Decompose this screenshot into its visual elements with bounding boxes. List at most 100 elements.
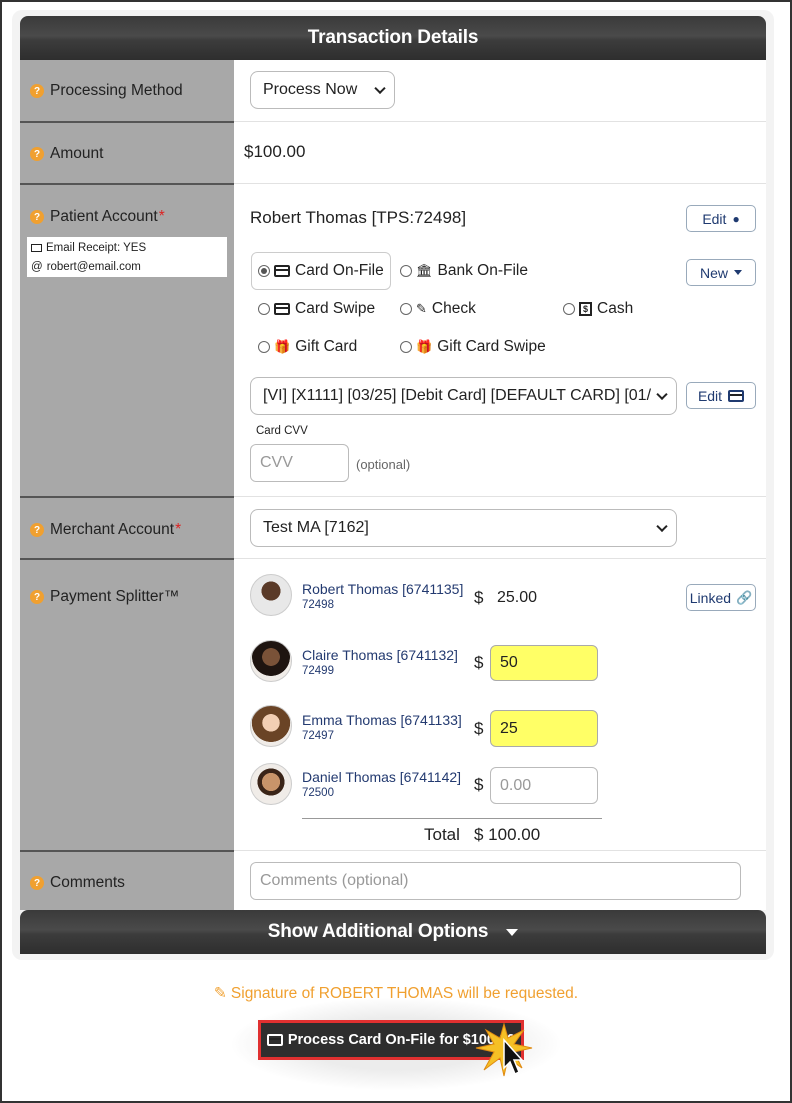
- total-value: $ 100.00: [474, 825, 541, 844]
- option-check[interactable]: ✎ Check: [400, 300, 476, 318]
- card-select[interactable]: [VI] [X1111] [03/25] [Debit Card] [DEFAU…: [250, 377, 677, 415]
- option-bank-on-file[interactable]: 🏛 Bank On-File: [400, 262, 528, 280]
- caret-down-icon: [734, 270, 742, 275]
- help-icon[interactable]: ?: [30, 523, 44, 537]
- merchant-account-row: ? Merchant Account * Test MA [7162]: [20, 496, 766, 558]
- new-payment-label: New: [699, 264, 728, 281]
- edit-patient-label: Edit: [702, 210, 727, 227]
- splitter-person-id: 72497: [302, 730, 334, 742]
- comments-label: Comments: [50, 874, 125, 891]
- splitter-person-name[interactable]: Claire Thomas [6741132]: [302, 647, 458, 663]
- option-label: Cash: [597, 300, 634, 317]
- patient-account-row: ? Patient Account * Email Receipt: YES @ r…: [20, 183, 766, 496]
- avatar: [250, 763, 292, 805]
- splitter-amount-fixed: 25.00: [497, 589, 538, 606]
- option-card-on-file[interactable]: Card On-File: [258, 262, 384, 280]
- show-additional-options-label: Show Additional Options: [267, 921, 489, 942]
- email-address: robert@email.com: [46, 261, 141, 273]
- pencil-icon: ✎: [213, 985, 227, 1002]
- radio-cash[interactable]: [563, 303, 575, 315]
- splitter-person-id: 72498: [302, 599, 334, 611]
- splitter-person-name[interactable]: Emma Thomas [6741133]: [302, 712, 462, 728]
- radio-gift-card[interactable]: [258, 341, 270, 353]
- credit-card-icon: [274, 265, 290, 277]
- option-label: Card Swipe: [295, 300, 376, 317]
- radio-card-on-file[interactable]: [258, 265, 270, 277]
- option-gift-card-swipe[interactable]: 🎁 Gift Card Swipe: [400, 338, 546, 356]
- total-divider: [302, 818, 602, 819]
- patient-account-value-cell: Robert Thomas [TPS:72498] Edit ● New Car…: [234, 183, 766, 496]
- payment-splitter-label: Payment Splitter™: [50, 588, 180, 605]
- card-selected: [VI] [X1111] [03/25] [Debit Card] [DEFAU…: [263, 387, 652, 404]
- merchant-account-select[interactable]: Test MA [7162]: [250, 509, 677, 547]
- cvv-label: Card CVV: [256, 425, 308, 437]
- help-icon[interactable]: ?: [30, 210, 44, 224]
- option-gift-card[interactable]: 🎁 Gift Card: [258, 338, 357, 356]
- help-icon[interactable]: ?: [30, 590, 44, 604]
- option-label: Bank On-File: [437, 262, 528, 279]
- option-label: Gift Card: [295, 338, 358, 355]
- radio-bank-on-file[interactable]: [400, 265, 412, 277]
- processing-method-selected: Process Now: [263, 81, 358, 98]
- amount-value: $100.00: [244, 142, 306, 161]
- edit-card-label: Edit: [697, 387, 723, 404]
- option-label: Gift Card Swipe: [437, 338, 546, 355]
- radio-check[interactable]: [400, 303, 412, 315]
- at-icon: @: [31, 261, 43, 273]
- edit-patient-button[interactable]: Edit ●: [686, 205, 756, 232]
- help-icon[interactable]: ?: [30, 876, 44, 890]
- amount-label-cell: ? Amount: [20, 121, 234, 183]
- edit-card-button[interactable]: Edit: [686, 382, 756, 409]
- gift-icon: 🎁: [274, 339, 291, 354]
- comments-row: ? Comments Comments (optional): [20, 850, 766, 910]
- cash-icon: $: [579, 302, 593, 316]
- envelope-icon: [31, 243, 42, 252]
- currency-symbol: $: [474, 653, 484, 672]
- comments-value-cell: Comments (optional): [234, 850, 766, 910]
- chevron-down-icon: [374, 82, 386, 95]
- radio-card-swipe[interactable]: [258, 303, 270, 315]
- avatar: [250, 640, 292, 682]
- splitter-amount-input[interactable]: 0.00: [490, 767, 598, 804]
- patient-account-label: Patient Account: [50, 208, 158, 225]
- total-label: Total: [424, 825, 460, 844]
- help-icon[interactable]: ?: [30, 84, 44, 98]
- comments-input[interactable]: Comments (optional): [250, 862, 741, 900]
- cvv-input[interactable]: CVV: [250, 444, 349, 482]
- help-icon[interactable]: ?: [30, 147, 44, 161]
- splitter-amount-input[interactable]: 50: [490, 645, 598, 681]
- new-payment-button[interactable]: New: [686, 259, 756, 286]
- required-mark: *: [158, 208, 165, 225]
- payment-splitter-row: ? Payment Splitter™ Linked 🔗 Robert Thom…: [20, 558, 766, 850]
- avatar: [250, 574, 292, 616]
- option-label: Card On-File: [295, 262, 384, 279]
- cvv-hint: (optional): [356, 457, 411, 472]
- splitter-person-id: 72499: [302, 665, 334, 677]
- click-burst-cursor-icon: [475, 1022, 533, 1077]
- credit-card-icon: [728, 389, 745, 402]
- option-card-swipe[interactable]: Card Swipe: [258, 300, 375, 318]
- radio-gift-card-swipe[interactable]: [400, 341, 412, 353]
- splitter-person-name[interactable]: Daniel Thomas [6741142]: [302, 769, 461, 785]
- splitter-amount-input[interactable]: 25: [490, 710, 598, 747]
- gift-icon: 🎁: [416, 339, 433, 354]
- currency-symbol: $: [474, 775, 484, 794]
- patient-account-label-cell: ? Patient Account * Email Receipt: YES @ r…: [20, 183, 234, 496]
- processing-method-row: ? Processing Method Process Now: [20, 60, 766, 121]
- amount-value-cell: $100.00: [234, 121, 766, 183]
- splitter-person-name[interactable]: Robert Thomas [6741135]: [302, 581, 463, 597]
- user-icon: ●: [732, 211, 740, 226]
- link-icon: 🔗: [736, 589, 753, 605]
- linked-label: Linked: [689, 589, 732, 606]
- option-label: Check: [431, 300, 476, 317]
- chevron-down-icon: [656, 388, 668, 401]
- payment-splitter-value-cell: Linked 🔗 Robert Thomas [6741135] 72498 $…: [234, 558, 766, 850]
- payment-splitter-label-cell: ? Payment Splitter™: [20, 558, 234, 850]
- currency-symbol: $: [474, 588, 484, 607]
- linked-button[interactable]: Linked 🔗: [686, 584, 756, 611]
- amount-label: Amount: [50, 145, 104, 162]
- currency-symbol: $: [474, 719, 484, 738]
- show-additional-options-button[interactable]: Show Additional Options: [20, 910, 766, 954]
- option-cash[interactable]: $ Cash: [563, 300, 633, 318]
- processing-method-select[interactable]: Process Now: [250, 71, 395, 109]
